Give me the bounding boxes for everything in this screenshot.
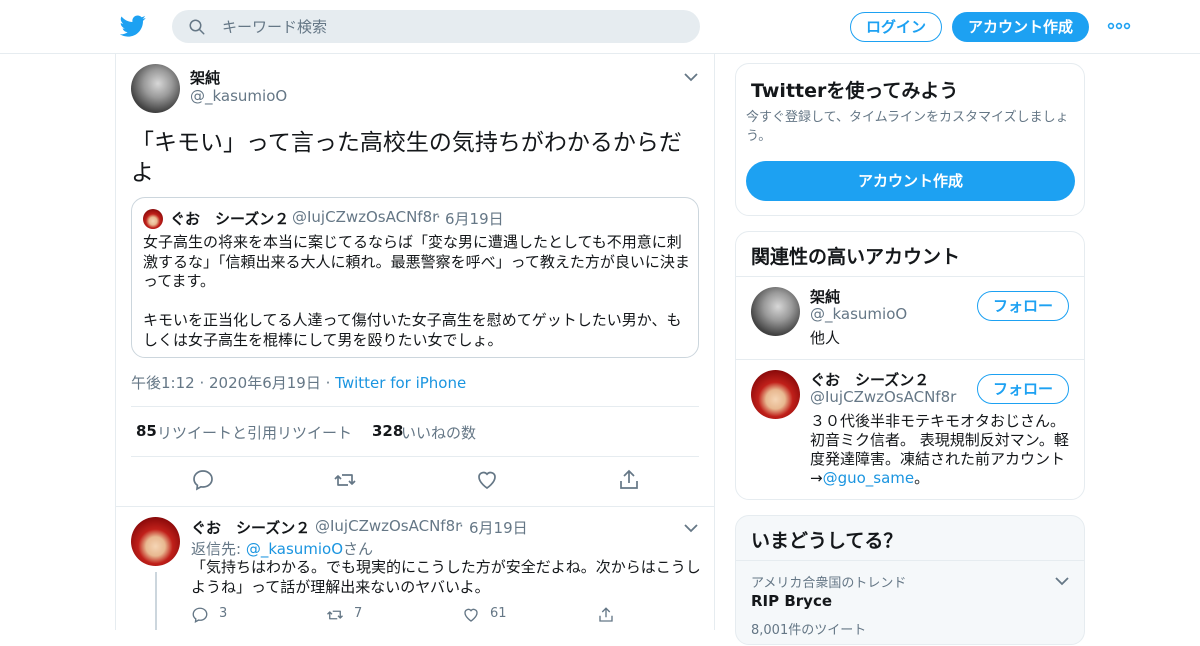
- reply-date[interactable]: 6月19日: [469, 517, 528, 538]
- follow-button[interactable]: フォロー: [977, 291, 1069, 321]
- chevron-down-icon[interactable]: [1055, 576, 1069, 586]
- tweet-actions: [116, 468, 714, 498]
- reply-to-prefix: 返信先:: [191, 540, 246, 558]
- retweet-count[interactable]: 85: [136, 422, 157, 440]
- avatar[interactable]: [751, 370, 800, 419]
- like-label[interactable]: いいねの数: [401, 422, 476, 443]
- reply-to-suffix: さん: [343, 540, 374, 558]
- reply-text: 「気持ちはわかる。でも現実的にこうした方が安全だよね。次からはこうしようね」って…: [191, 558, 701, 596]
- share-icon[interactable]: [617, 468, 641, 492]
- chevron-down-icon[interactable]: [684, 523, 698, 533]
- twitter-bird-icon[interactable]: [120, 13, 146, 39]
- main-column: 架純 @_kasumioO 「キモい」って言った高校生の気持ちがわかるからだよ …: [115, 54, 715, 630]
- retweet-label[interactable]: リツイートと引用リツイート: [157, 422, 352, 443]
- signup-button[interactable]: アカウント作成: [952, 12, 1089, 42]
- account-name[interactable]: ぐお シーズン２: [810, 369, 929, 390]
- like-count: 61: [490, 606, 507, 621]
- quote-text: 女子高生の将来を本当に案じてるならば「変な男に遭遇したとしても不用意に刺激するな…: [143, 233, 690, 349]
- trends-card: いまどうしてる？ アメリカ合衆国のトレンド RIP Bryce 8,001件のツ…: [735, 515, 1085, 645]
- account-bio-suffix: 。: [914, 469, 930, 487]
- create-account-button[interactable]: アカウント作成: [746, 161, 1075, 201]
- separator-dot: ·: [199, 374, 210, 392]
- reply-icon[interactable]: [191, 606, 209, 624]
- separator-dot: ·: [436, 208, 441, 226]
- tweet-text: 「キモい」って言った高校生の気持ちがわかるからだよ: [131, 130, 682, 186]
- account-name[interactable]: 架純: [810, 286, 840, 307]
- author-name[interactable]: 架純: [190, 67, 220, 88]
- trend-name[interactable]: RIP Bryce: [751, 592, 832, 610]
- avatar: [143, 209, 163, 229]
- separator-dot: ·: [459, 517, 464, 535]
- account-handle[interactable]: @_kasumioO: [810, 305, 907, 323]
- quoted-tweet[interactable]: ぐお シーズン２ @IujCZwzOsACNf8r · 6月19日 女子高生の将…: [131, 197, 699, 358]
- reply-icon[interactable]: [191, 468, 215, 492]
- avatar[interactable]: [131, 517, 180, 566]
- follow-button[interactable]: フォロー: [977, 374, 1069, 404]
- account-item[interactable]: 架純 @_kasumioO 他人 フォロー: [736, 277, 1084, 359]
- separator-dot: ·: [325, 374, 336, 392]
- more-icon[interactable]: [1107, 18, 1131, 34]
- reply-tweet[interactable]: ぐお シーズン２ @IujCZwzOsACNf8r · 6月19日 返信先: @…: [116, 507, 714, 630]
- focused-tweet: 架純 @_kasumioO 「キモい」って言った高校生の気持ちがわかるからだよ …: [116, 54, 714, 507]
- account-bio: ３０代後半非モテキモオタおじさん。初音ミク信者。 表現規制反対マン。軽度発達障害…: [810, 412, 1072, 488]
- bio-link[interactable]: @guo_same: [823, 469, 915, 487]
- heart-icon[interactable]: [462, 606, 480, 624]
- tweet-stats: 85 リツイートと引用リツイート 328 いいねの数: [131, 406, 699, 457]
- trend-context: アメリカ合衆国のトレンド: [751, 576, 907, 591]
- heart-icon[interactable]: [475, 468, 499, 492]
- reply-author-name[interactable]: ぐお シーズン２: [191, 517, 310, 538]
- account-handle[interactable]: @IujCZwzOsACNf8r: [810, 388, 956, 406]
- signup-card-title: Twitterを使ってみよう: [751, 80, 959, 102]
- retweet-icon[interactable]: [333, 468, 357, 492]
- search-bar[interactable]: [172, 10, 700, 43]
- avatar[interactable]: [131, 64, 180, 113]
- signup-card-subtitle: 今すぐ登録して、タイムラインをカスタマイズしましょう。: [746, 110, 1069, 144]
- reply-to: 返信先: @_kasumioOさん: [191, 538, 373, 559]
- top-bar: ログイン アカウント作成: [0, 0, 1200, 54]
- share-icon[interactable]: [597, 606, 615, 624]
- search-input[interactable]: [222, 14, 682, 39]
- related-accounts-title: 関連性の高いアカウント: [751, 246, 961, 268]
- login-button[interactable]: ログイン: [850, 12, 942, 42]
- quote-author-handle: @IujCZwzOsACNf8r: [292, 208, 439, 226]
- reply-author-handle[interactable]: @IujCZwzOsACNf8r: [315, 517, 461, 535]
- retweet-icon[interactable]: [326, 606, 344, 624]
- tweet-time[interactable]: 午後1:12: [131, 374, 195, 392]
- trends-title: いまどうしてる？: [751, 530, 903, 552]
- reply-to-handle[interactable]: @_kasumioO: [246, 540, 343, 558]
- like-count[interactable]: 328: [372, 422, 403, 440]
- quote-date: 6月19日: [445, 210, 504, 228]
- chevron-down-icon[interactable]: [684, 72, 698, 82]
- reply-count: 3: [219, 606, 228, 621]
- tweet-metadata: 午後1:12 · 2020年6月19日 · Twitter for iPhone: [131, 372, 466, 393]
- related-accounts-card: 関連性の高いアカウント 架純 @_kasumioO 他人 フォロー ぐお シーズ…: [735, 231, 1085, 500]
- account-bio: 他人: [810, 329, 841, 347]
- search-icon: [189, 19, 205, 35]
- tweet-date[interactable]: 2020年6月19日: [209, 374, 321, 392]
- trend-count: 8,001件のツイート: [751, 623, 867, 638]
- thread-line: [155, 572, 157, 630]
- tweet-source[interactable]: Twitter for iPhone: [335, 374, 466, 392]
- avatar[interactable]: [751, 287, 800, 336]
- account-item[interactable]: ぐお シーズン２ @IujCZwzOsACNf8r ３０代後半非モテキモオタおじ…: [736, 360, 1084, 498]
- quote-author-name: ぐお シーズン２: [170, 210, 290, 228]
- author-handle[interactable]: @_kasumioO: [190, 87, 287, 105]
- retweet-count: 7: [354, 606, 363, 621]
- signup-card: Twitterを使ってみよう 今すぐ登録して、タイムラインをカスタマイズしましょ…: [735, 63, 1085, 216]
- trend-item[interactable]: アメリカ合衆国のトレンド RIP Bryce 8,001件のツイート: [736, 561, 1084, 646]
